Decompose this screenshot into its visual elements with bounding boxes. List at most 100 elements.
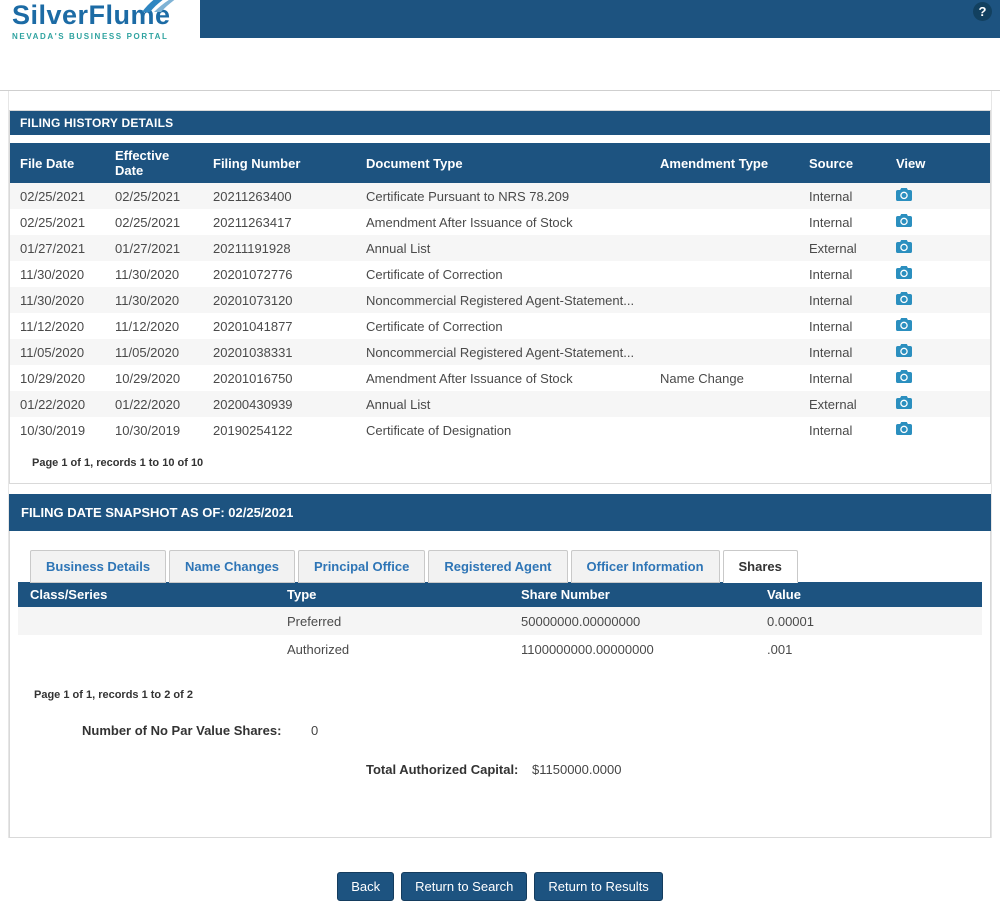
cell-view [886,391,990,417]
col-type: Type [275,582,509,607]
cell-document-type: Amendment After Issuance of Stock [356,209,650,235]
tab-name-changes[interactable]: Name Changes [169,550,295,583]
camera-view-icon[interactable] [896,370,912,383]
cell-file-date: 02/25/2021 [10,209,105,235]
cell-filing-number: 20201041877 [203,313,356,339]
cell-effective-date: 11/05/2020 [105,339,203,365]
cell-amendment-type [650,313,799,339]
cell-filing-number: 20201016750 [203,365,356,391]
cell-effective-date: 11/12/2020 [105,313,203,339]
cell-file-date: 11/05/2020 [10,339,105,365]
camera-view-icon[interactable] [896,292,912,305]
cell-filing-number: 20211263417 [203,209,356,235]
cell-view [886,209,990,235]
cell-document-type: Annual List [356,391,650,417]
shares-pagination: Page 1 of 1, records 1 to 2 of 2 [34,689,982,701]
cell-class-series [18,635,275,663]
cell-file-date: 10/30/2019 [10,417,105,443]
table-row: Preferred 50000000.00000000 0.00001 [18,607,982,635]
cell-effective-date: 10/29/2020 [105,365,203,391]
col-filing-number: Filing Number [203,143,356,183]
cell-document-type: Annual List [356,235,650,261]
cell-view [886,365,990,391]
total-authorized-capital-label: Total Authorized Capital: [366,762,518,777]
shares-table: Class/Series Type Share Number Value Pre… [18,582,982,663]
camera-view-icon[interactable] [896,266,912,279]
camera-view-icon[interactable] [896,214,912,227]
cell-file-date: 11/30/2020 [10,287,105,313]
table-row: 01/27/2021 01/27/2021 20211191928 Annual… [10,235,990,261]
no-par-value-label: Number of No Par Value Shares: [82,723,281,738]
tab-business-details[interactable]: Business Details [30,550,166,583]
table-header-row: Class/Series Type Share Number Value [18,582,982,607]
cell-source: Internal [799,183,886,209]
return-to-results-button[interactable]: Return to Results [534,872,662,901]
table-row: 02/25/2021 02/25/2021 20211263417 Amendm… [10,209,990,235]
cell-amendment-type [650,339,799,365]
cell-filing-number: 20201072776 [203,261,356,287]
col-class-series: Class/Series [18,582,275,607]
cell-view [886,417,990,443]
snapshot-panel: Business Details Name Changes Principal … [9,531,991,838]
cell-filing-number: 20190254122 [203,417,356,443]
cell-file-date: 01/27/2021 [10,235,105,261]
camera-view-icon[interactable] [896,240,912,253]
back-button[interactable]: Back [337,872,394,901]
cell-source: Internal [799,365,886,391]
cell-effective-date: 01/22/2020 [105,391,203,417]
cell-source: Internal [799,261,886,287]
total-authorized-capital-row: Total Authorized Capital: $1150000.0000 [366,762,982,777]
cell-view [886,261,990,287]
filing-history-panel: FILING HISTORY DETAILS File Date Effecti… [9,110,991,484]
cell-view [886,339,990,365]
table-row: 11/05/2020 11/05/2020 20201038331 Noncom… [10,339,990,365]
logo-subtitle: NEVADA'S BUSINESS PORTAL [12,32,171,41]
tab-registered-agent[interactable]: Registered Agent [428,550,567,583]
camera-view-icon[interactable] [896,318,912,331]
cell-value: 0.00001 [755,607,982,635]
camera-view-icon[interactable] [896,422,912,435]
cell-document-type: Amendment After Issuance of Stock [356,365,650,391]
cell-source: Internal [799,417,886,443]
cell-view [886,235,990,261]
help-icon[interactable]: ? [973,2,992,21]
camera-view-icon[interactable] [896,188,912,201]
cell-filing-number: 20211263400 [203,183,356,209]
table-row: 11/30/2020 11/30/2020 20201073120 Noncom… [10,287,990,313]
tab-officer-information[interactable]: Officer Information [571,550,720,583]
cell-amendment-type [650,183,799,209]
cell-amendment-type [650,209,799,235]
col-file-date: File Date [10,143,105,183]
cell-view [886,287,990,313]
cell-source: External [799,391,886,417]
cell-file-date: 01/22/2020 [10,391,105,417]
logo-swoosh-icon [140,0,186,17]
return-to-search-button[interactable]: Return to Search [401,872,527,901]
table-header-row: File Date Effective Date Filing Number D… [10,143,990,183]
camera-view-icon[interactable] [896,344,912,357]
col-amendment-type: Amendment Type [650,143,799,183]
col-view: View [886,143,990,183]
cell-document-type: Noncommercial Registered Agent-Statement… [356,339,650,365]
col-effective-date: Effective Date [105,143,203,183]
cell-amendment-type [650,235,799,261]
cell-filing-number: 20201038331 [203,339,356,365]
tab-principal-office[interactable]: Principal Office [298,550,425,583]
no-par-value: 0 [311,723,318,738]
cell-share-number: 50000000.00000000 [509,607,755,635]
cell-view [886,313,990,339]
table-row: 11/30/2020 11/30/2020 20201072776 Certif… [10,261,990,287]
cell-filing-number: 20200430939 [203,391,356,417]
cell-document-type: Certificate of Correction [356,261,650,287]
cell-amendment-type: Name Change [650,365,799,391]
cell-amendment-type [650,287,799,313]
camera-view-icon[interactable] [896,396,912,409]
cell-view [886,183,990,209]
filing-history-pagination: Page 1 of 1, records 1 to 10 of 10 [10,443,990,483]
cell-source: External [799,235,886,261]
tab-shares[interactable]: Shares [723,550,798,583]
silverflume-logo[interactable]: SilverFlume NEVADA'S BUSINESS PORTAL [12,0,171,41]
col-source: Source [799,143,886,183]
no-par-value-row: Number of No Par Value Shares: 0 [82,723,982,738]
cell-effective-date: 11/30/2020 [105,261,203,287]
